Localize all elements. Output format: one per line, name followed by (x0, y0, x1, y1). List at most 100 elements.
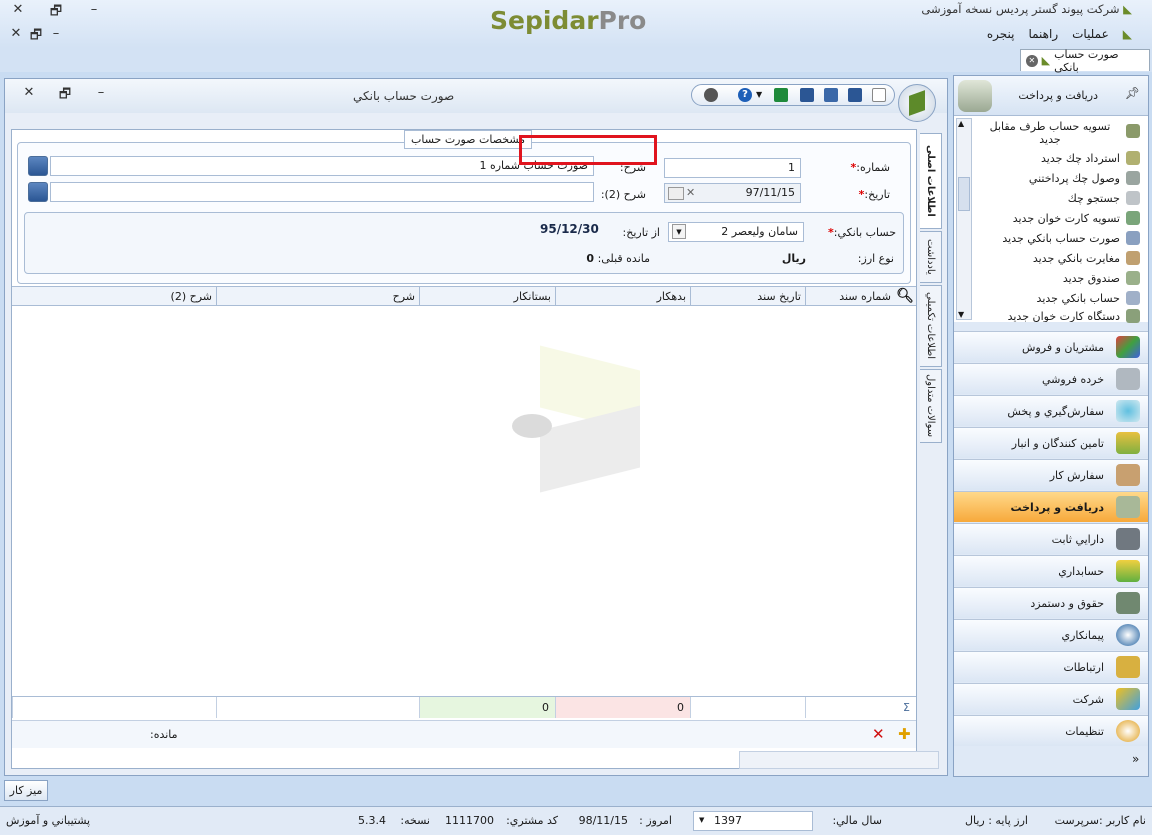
bank-statement-icon (1126, 231, 1140, 245)
save-new-icon[interactable] (800, 88, 814, 102)
base-currency-status: ارز پايه : ريال (965, 814, 1028, 827)
support-link[interactable]: پشتيباني و آموزش (6, 814, 90, 827)
col-doc-number[interactable]: شماره سند (805, 287, 895, 306)
save-icon[interactable] (848, 88, 862, 102)
mdi-minimize-icon[interactable]: – (46, 26, 66, 41)
form-minimize-icon[interactable]: – (91, 85, 111, 100)
save-close-icon[interactable] (824, 88, 838, 102)
module-accounting[interactable]: حسابداري (954, 555, 1148, 586)
module-work-order[interactable]: سفارش كار (954, 459, 1148, 490)
add-row-icon[interactable]: ✚ (898, 725, 911, 743)
sidebar-item-settle-card-reader[interactable]: تسويه كارت خوان جديد (1013, 212, 1120, 225)
version-value: 5.3.4 (358, 814, 386, 827)
close-icon[interactable]: ✕ (8, 2, 28, 17)
sidebar-item-return-check[interactable]: استرداد چك جديد (1041, 152, 1120, 165)
expand-chevron-icon[interactable]: » (1132, 752, 1139, 766)
menu-help[interactable]: راهنما (1028, 27, 1058, 41)
clear-date-icon[interactable]: ✕ (686, 186, 695, 199)
bank-dropdown-icon[interactable]: ▼ (672, 224, 686, 239)
tab-main-info[interactable]: اطلاعات اصلی (920, 133, 942, 229)
sidebar-item-search-check[interactable]: جستجو چك (1068, 192, 1120, 205)
help-dropdown-icon[interactable]: ▼ (756, 90, 766, 104)
col-description2[interactable]: شرح (2) (12, 287, 216, 306)
module-communications[interactable]: ارتباطات (954, 651, 1148, 682)
mdi-restore-icon[interactable]: 🗗 (26, 26, 46, 48)
form-close-icon[interactable]: ✕ (19, 85, 39, 100)
description2-field[interactable] (50, 182, 594, 202)
col-debit[interactable]: بدهكار (555, 287, 690, 306)
excel-icon[interactable] (774, 88, 788, 102)
module-settings[interactable]: تنظيمات (954, 715, 1148, 746)
module-payroll[interactable]: حقوق و دستمزد (954, 587, 1148, 618)
version-label: نسخه: (400, 814, 430, 827)
scroll-thumb[interactable] (958, 177, 970, 211)
from-date-value[interactable]: 95/12/30 (540, 222, 599, 236)
tab-bank-statement[interactable]: ✕ ◣ صورت حساب بانکی (1020, 48, 1150, 74)
tab-extra-info[interactable]: اطلاعات تكميلي (920, 285, 942, 367)
date-field[interactable]: 97/11/15 (664, 183, 801, 203)
sidebar-item-settle-account[interactable]: تسويه حساب طرف مقابل جديد (980, 120, 1120, 146)
sidebar-item-cashbox[interactable]: صندوق جديد (1063, 272, 1120, 285)
sidebar-item-bank-reconcile[interactable]: مغايرت بانكي جديد (1033, 252, 1120, 265)
mdi-close-icon[interactable]: ✕ (6, 26, 26, 41)
truck-icon (1116, 528, 1140, 550)
pin-icon[interactable]: 📌︎ (1125, 86, 1140, 100)
sidebar-item-card-reader[interactable]: دستگاه كارت خوان جديد (1008, 310, 1120, 322)
module-fixed-assets[interactable]: دارايي ثابت (954, 523, 1148, 554)
number-field[interactable]: 1 (664, 158, 801, 178)
grid-search-icon[interactable]: 🔍︎ (896, 288, 914, 304)
delete-row-icon[interactable]: ✕ (872, 725, 885, 743)
cashbox-icon (1126, 271, 1140, 285)
restore-icon[interactable]: 🗗 (46, 2, 66, 24)
col-description[interactable]: شرح (216, 287, 419, 306)
col-doc-date[interactable]: تاريخ سند (690, 287, 805, 306)
navigation-sidebar: دریافت و پرداخت 📌︎ ▲ ▼ تسويه حساب طرف مق… (953, 75, 1149, 777)
currency-label: نوع ارز: (857, 252, 894, 265)
sidebar-item-bank-account[interactable]: حساب بانكي جديد (1037, 292, 1120, 305)
settings-gear-icon (1116, 720, 1140, 742)
work-order-icon (1116, 464, 1140, 486)
help-icon[interactable]: ? (738, 88, 752, 102)
scroll-up-icon[interactable]: ▲ (958, 119, 964, 128)
date-label: تاريخ:* (858, 188, 890, 201)
fiscal-year-select[interactable]: 1397 (693, 811, 813, 831)
sidebar-scrollbar[interactable]: ▲ ▼ (956, 118, 972, 320)
total-credit: 0 (419, 697, 555, 718)
save-description2-button[interactable] (28, 182, 48, 202)
module-company[interactable]: شركت (954, 683, 1148, 714)
minimize-icon[interactable]: – (84, 2, 104, 17)
module-retail[interactable]: خرده فروشي (954, 363, 1148, 394)
col-credit[interactable]: بستانكار (419, 287, 555, 306)
bank-account-field[interactable]: سامان وليعصر 2 (668, 222, 804, 242)
calendar-icon[interactable] (668, 187, 684, 200)
sales-chart-icon (1116, 336, 1140, 358)
tab-close-icon[interactable]: ✕ (1026, 54, 1038, 67)
form-restore-icon[interactable]: 🗗 (55, 85, 75, 107)
total-doc-date (690, 697, 805, 718)
tab-faq[interactable]: سوالات متداول (920, 369, 942, 443)
sidebar-item-bank-statement[interactable]: صورت حساب بانكي جديد (1002, 232, 1120, 245)
grid-footer: ✚ ✕ مانده: (12, 720, 916, 748)
money-icon (1116, 592, 1140, 614)
app-logo: SepidarPro (490, 6, 647, 35)
menu-operations[interactable]: عملیات (1072, 27, 1109, 41)
total-debit: 0 (555, 697, 690, 718)
tab-notes[interactable]: يادداشت (920, 231, 942, 283)
module-contracting[interactable]: پيمانكاري (954, 619, 1148, 650)
fiscal-year-dropdown-icon[interactable]: ▼ (699, 816, 704, 824)
new-document-icon[interactable] (872, 88, 886, 102)
from-date-highlight (519, 135, 657, 165)
sidebar-item-collect-check[interactable]: وصول چك پرداختني (1029, 172, 1120, 185)
save-description-button[interactable] (28, 156, 48, 176)
description-field[interactable]: صورت حساب شماره 1 (50, 156, 594, 176)
desktop-button[interactable]: ميز كار (4, 780, 48, 801)
tools-icon[interactable] (704, 88, 718, 102)
menu-window[interactable]: پنجره (987, 27, 1015, 41)
scroll-down-icon[interactable]: ▼ (958, 310, 964, 319)
card-reader-icon (1126, 309, 1140, 323)
module-order-distribution[interactable]: سفارش‌گيري و پخش (954, 395, 1148, 426)
module-receipt-payment[interactable]: دريافت و پرداخت (954, 491, 1148, 522)
module-customers-sales[interactable]: مشتريان و فروش (954, 331, 1148, 362)
grid-body[interactable] (12, 306, 916, 696)
module-suppliers-warehouse[interactable]: تامين كنندگان و انبار (954, 427, 1148, 458)
